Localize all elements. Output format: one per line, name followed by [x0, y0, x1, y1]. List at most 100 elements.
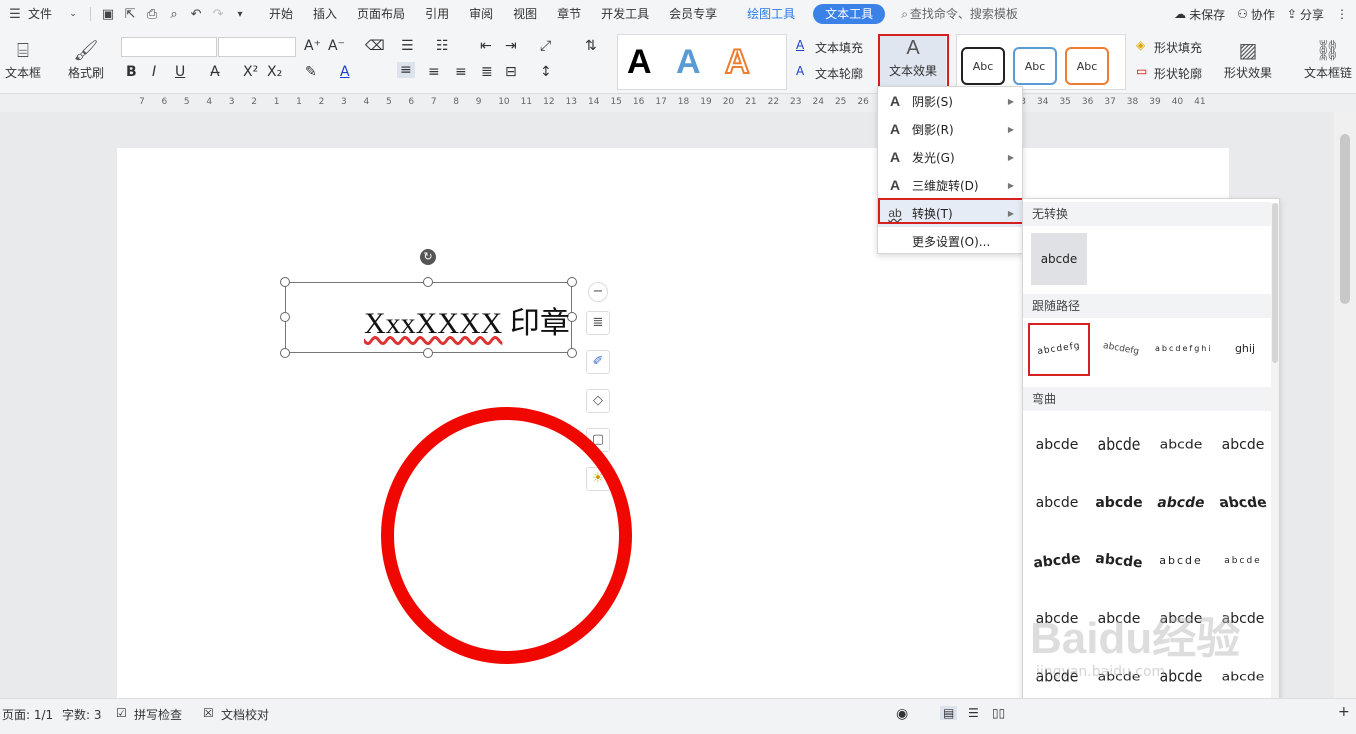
- justify-icon[interactable]: ≣: [481, 64, 493, 80]
- bold-icon[interactable]: B: [126, 64, 137, 80]
- vertical-scrollbar[interactable]: [1334, 112, 1356, 698]
- zoom-in-icon[interactable]: +: [1338, 704, 1350, 720]
- gallery-scrollbar[interactable]: [1271, 203, 1279, 733]
- spell-check-button[interactable]: 拼写检查: [134, 706, 182, 723]
- layout-options-icon[interactable]: ≣: [586, 311, 610, 335]
- menu-item-more-settings[interactable]: 更多设置(O)...: [878, 227, 1022, 255]
- collab-button[interactable]: 协作: [1251, 6, 1275, 23]
- menu-item-shadow[interactable]: A 阴影(S) ▶: [878, 87, 1022, 115]
- reading-view-icon[interactable]: ▯▯: [992, 706, 1005, 720]
- shape-effect-button[interactable]: ▨ 形状效果: [1220, 36, 1276, 81]
- underline-icon[interactable]: U: [175, 64, 185, 80]
- font-size-select[interactable]: [218, 37, 296, 57]
- page-indicator[interactable]: 页面: 1/1: [2, 706, 53, 723]
- warp-option-11[interactable]: abcde: [1153, 535, 1209, 587]
- unsaved-status[interactable]: 未保存: [1189, 6, 1225, 23]
- tab-layout[interactable]: 页面布局: [347, 0, 415, 28]
- customize-icon[interactable]: ▾: [229, 9, 251, 20]
- grow-font-icon[interactable]: A⁺: [304, 38, 321, 54]
- resize-handle-bc[interactable]: [423, 348, 433, 358]
- warp-option-8[interactable]: abcde: [1210, 477, 1275, 529]
- number-list-icon[interactable]: ☷: [436, 38, 449, 54]
- warp-option-5[interactable]: abcde: [1029, 477, 1085, 529]
- textbox-button[interactable]: ⌸ 文本框: [0, 36, 46, 81]
- red-circle-shape[interactable]: [381, 407, 632, 664]
- resize-handle-ml[interactable]: [280, 312, 290, 322]
- tab-review[interactable]: 审阅: [459, 0, 503, 28]
- indent-icon[interactable]: ⇥: [505, 38, 517, 54]
- align-right-icon[interactable]: ≡: [455, 64, 467, 80]
- warp-option-1[interactable]: abcde: [1029, 419, 1085, 471]
- text-fill-button[interactable]: 文本填充: [815, 39, 863, 56]
- scroll-thumb[interactable]: [1340, 134, 1350, 304]
- warp-option-12[interactable]: abcde: [1215, 535, 1271, 587]
- warp-option-3[interactable]: abcde: [1153, 422, 1209, 469]
- share-button[interactable]: 分享: [1300, 6, 1324, 23]
- no-transform-option[interactable]: abcde: [1031, 233, 1087, 285]
- align-left-icon[interactable]: ≡: [397, 62, 415, 78]
- text-outline-button[interactable]: 文本轮廓: [815, 65, 863, 82]
- warp-option-2[interactable]: abcde: [1091, 414, 1147, 476]
- file-menu[interactable]: 文件: [26, 0, 62, 28]
- warp-option-9[interactable]: abcde: [1026, 532, 1087, 590]
- save-icon[interactable]: ▣: [97, 7, 119, 22]
- text-style-orange-outline[interactable]: A: [724, 42, 751, 82]
- menu-item-3d-rotation[interactable]: A 三维旋转(D) ▶: [878, 171, 1022, 199]
- outline-view-icon[interactable]: ☰: [968, 706, 979, 720]
- menu-item-reflection[interactable]: A 倒影(R) ▶: [878, 115, 1022, 143]
- collapse-icon[interactable]: −: [588, 282, 608, 302]
- text-style-black[interactable]: A: [627, 43, 652, 82]
- shape-fill-button[interactable]: 形状填充: [1154, 39, 1202, 56]
- tab-section[interactable]: 章节: [547, 0, 591, 28]
- shape-style-2[interactable]: Abc: [1013, 47, 1057, 85]
- shrink-font-icon[interactable]: A⁻: [328, 38, 345, 54]
- preview-icon[interactable]: ⌕: [163, 7, 185, 22]
- font-color-icon[interactable]: A: [340, 64, 350, 80]
- subscript-icon[interactable]: X₂: [267, 64, 282, 80]
- tab-drawing-tools[interactable]: 绘图工具: [737, 0, 805, 28]
- resize-handle-br[interactable]: [567, 348, 577, 358]
- resize-handle-bl[interactable]: [280, 348, 290, 358]
- tab-home[interactable]: 开始: [259, 0, 303, 28]
- resize-handle-tl[interactable]: [280, 277, 290, 287]
- tab-view[interactable]: 视图: [503, 0, 547, 28]
- warp-option-7[interactable]: abcde: [1148, 477, 1213, 529]
- text-style-blue[interactable]: A: [676, 43, 701, 82]
- path-button-option[interactable]: ghij: [1217, 323, 1273, 375]
- line-spacing-icon[interactable]: ↕: [540, 64, 552, 80]
- text-direction-icon[interactable]: ⤢: [540, 38, 551, 54]
- proof-button[interactable]: 文档校对: [221, 706, 269, 723]
- menu-item-glow[interactable]: A 发光(G) ▶: [878, 143, 1022, 171]
- shape-outline-button[interactable]: 形状轮廓: [1154, 65, 1202, 82]
- rotate-handle-icon[interactable]: ↻: [420, 249, 436, 265]
- tab-insert[interactable]: 插入: [303, 0, 347, 28]
- warp-option-6[interactable]: abcde: [1091, 477, 1147, 529]
- horizontal-ruler[interactable]: 7 6 5 4 3 2 1 1 2 3 4 5 6 7 8 9 10 11 12 13 14 15 16 17 18 19 20 21…: [0, 94, 1356, 112]
- align-center-icon[interactable]: ≡: [428, 64, 440, 80]
- page-view-icon[interactable]: ▤: [940, 706, 958, 720]
- format-painter-button[interactable]: 🖌 格式刷: [64, 36, 108, 81]
- tab-member[interactable]: 会员专享: [659, 0, 727, 28]
- textbox-link-button[interactable]: ⛓ 文本框链: [1300, 36, 1356, 81]
- shape-style-1[interactable]: Abc: [961, 47, 1005, 85]
- sort-icon[interactable]: ⇅: [585, 38, 597, 54]
- search-icon[interactable]: ⌕: [901, 7, 908, 22]
- command-search[interactable]: 查找命令、搜索模板: [908, 0, 1028, 28]
- resize-handle-tc[interactable]: [423, 277, 433, 287]
- bullet-list-icon[interactable]: ☰: [401, 38, 414, 54]
- more-icon[interactable]: ⋮: [1336, 7, 1348, 21]
- distribute-icon[interactable]: ⊟: [505, 64, 517, 80]
- tab-text-tools[interactable]: 文本工具: [813, 4, 886, 24]
- text-box-content[interactable]: XxxXXXX 印章: [364, 298, 570, 342]
- tab-references[interactable]: 引用: [415, 0, 459, 28]
- hamburger-icon[interactable]: ☰: [4, 7, 26, 22]
- gallery-scroll-thumb[interactable]: [1272, 203, 1278, 363]
- tab-developer[interactable]: 开发工具: [591, 0, 659, 28]
- print-icon[interactable]: ⎙: [141, 7, 163, 22]
- path-arch-down-option[interactable]: abcdefg: [1089, 319, 1153, 380]
- resize-handle-tr[interactable]: [567, 277, 577, 287]
- clear-format-icon[interactable]: ⌫: [365, 38, 385, 54]
- fill-icon[interactable]: ◇: [586, 389, 610, 413]
- warp-option-10[interactable]: abcde: [1088, 532, 1149, 590]
- word-count[interactable]: 字数: 3: [62, 706, 102, 723]
